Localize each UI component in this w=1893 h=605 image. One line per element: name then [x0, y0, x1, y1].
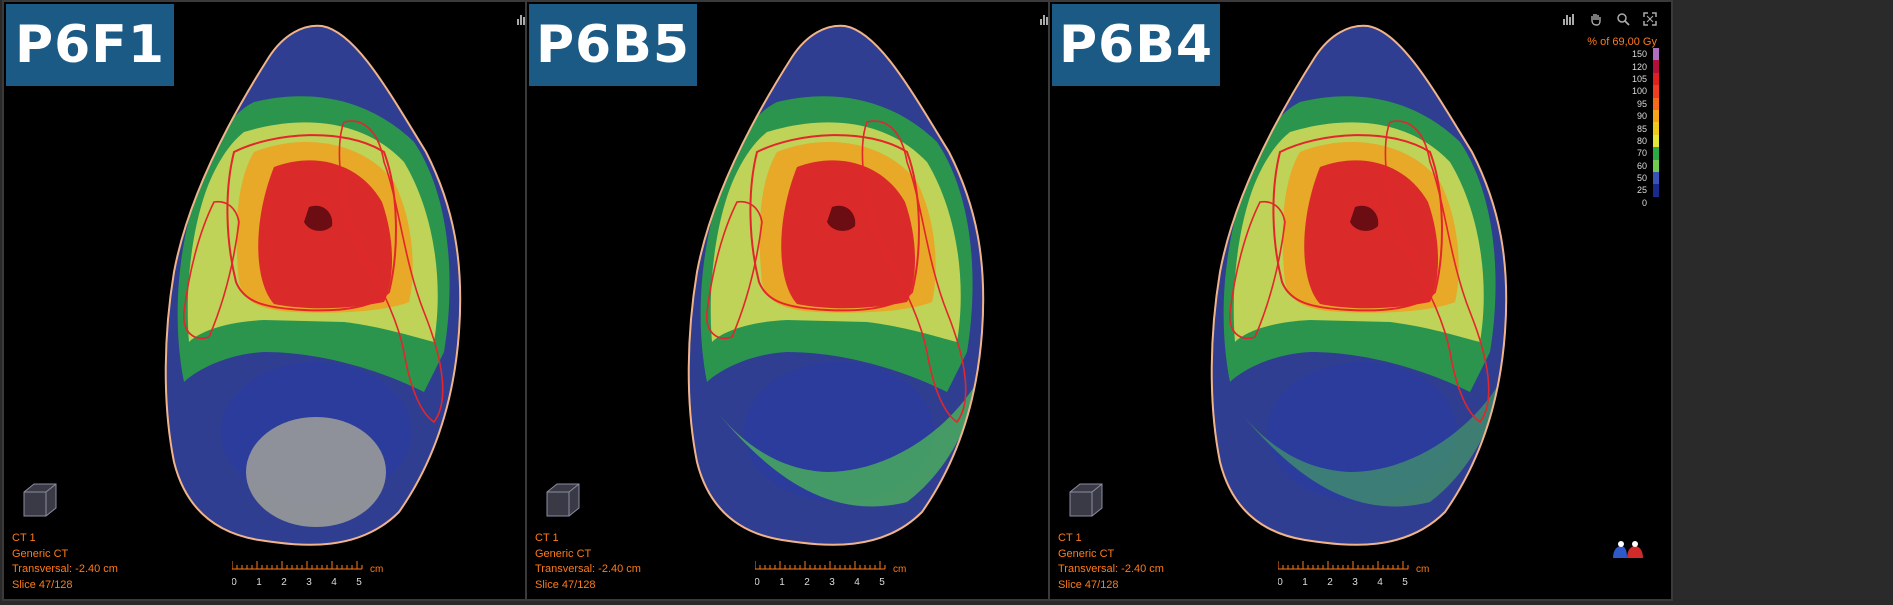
plan-label: P6B4 — [1052, 4, 1220, 86]
legend-color-swatch — [1653, 134, 1659, 148]
legend-level-label: 50 — [1636, 173, 1647, 184]
hand-icon[interactable] — [1587, 10, 1605, 28]
legend-level-label: 120 — [1631, 61, 1647, 72]
ruler-tick-label: 1 — [256, 577, 262, 588]
legend-level-label: 95 — [1636, 98, 1647, 109]
image-info: CT 1 Generic CT Transversal: -2.40 cm Sl… — [12, 531, 118, 593]
patient-orientation-icon — [1613, 541, 1643, 558]
ruler-tick-label: 1 — [779, 577, 785, 588]
image-info: CT 1 Generic CT Transversal: -2.40 cm Sl… — [535, 531, 641, 593]
ruler-tick-label: 2 — [281, 577, 287, 588]
ruler-unit: cm — [370, 564, 383, 575]
info-line: Slice 47/128 — [1058, 578, 1119, 591]
info-line: Slice 47/128 — [535, 578, 596, 591]
legend-color-swatch — [1653, 171, 1659, 185]
ruler-tick-label: 5 — [1402, 577, 1408, 588]
legend-color-swatch — [1653, 72, 1659, 86]
legend-row: 150 — [1623, 48, 1659, 61]
image-info: CT 1 Generic CT Transversal: -2.40 cm Sl… — [1058, 531, 1164, 593]
ruler-tick-label: 4 — [1377, 577, 1383, 588]
legend-color-swatch — [1653, 97, 1659, 110]
3d-cube-icon[interactable] — [1066, 482, 1106, 520]
ruler-tick-label: 5 — [356, 577, 362, 588]
ruler-tick-label: 4 — [331, 577, 337, 588]
ruler-tick-label: 1 — [1302, 577, 1308, 588]
plan-label: P6F1 — [6, 4, 174, 86]
legend-color-swatch — [1653, 184, 1659, 197]
legend-level-label: 105 — [1631, 73, 1647, 84]
ruler-tick-label: 3 — [829, 577, 835, 588]
legend-row: 90 — [1623, 109, 1659, 123]
info-line: CT 1 — [12, 532, 36, 544]
legend-row: 80 — [1623, 134, 1659, 148]
legend-color-swatch — [1653, 159, 1659, 172]
info-line: Transversal: -2.40 cm — [12, 563, 118, 575]
legend-color-swatch — [1653, 147, 1659, 160]
legend-row: 105 — [1623, 72, 1659, 86]
legend-row: 85 — [1623, 122, 1659, 135]
ruler-tick-label: 0 — [232, 577, 237, 588]
legend-row: 95 — [1623, 97, 1659, 110]
legend-color-swatch — [1653, 109, 1659, 123]
legend-row: 60 — [1623, 159, 1659, 172]
legend-level-label: 85 — [1636, 123, 1647, 134]
info-line: Transversal: -2.40 cm — [1058, 563, 1164, 575]
legend-color-swatch — [1653, 122, 1659, 135]
legend-row: 70 — [1623, 147, 1659, 160]
ruler-tick-label: 5 — [879, 577, 885, 588]
fit-to-screen-icon[interactable] — [1641, 10, 1659, 28]
legend-row: 0 — [1623, 196, 1659, 210]
ruler-tick-label: 2 — [1327, 577, 1333, 588]
legend-row: 25 — [1623, 184, 1659, 197]
scale-ruler: 0 1 2 3 4 5 cm — [232, 561, 383, 588]
ruler-tick-label: 4 — [854, 577, 860, 588]
legend-row: 120 — [1623, 60, 1659, 73]
view-toolbar — [1560, 10, 1659, 28]
legend-row: 100 — [1623, 85, 1659, 98]
3d-cube-icon[interactable] — [20, 482, 60, 520]
scale-ruler: 0 1 2 3 4 5 cm — [1278, 561, 1429, 588]
info-line: Generic CT — [535, 547, 592, 560]
scale-ruler: 0 1 2 3 4 5 cm — [755, 561, 906, 588]
plan-label: P6B5 — [529, 4, 697, 86]
info-line: CT 1 — [535, 532, 559, 544]
legend-level-label: 60 — [1636, 160, 1647, 171]
info-line: Generic CT — [12, 547, 69, 560]
3d-cube-icon[interactable] — [543, 482, 583, 520]
legend-color-swatch — [1653, 60, 1659, 73]
ruler-unit: cm — [893, 564, 906, 575]
info-line: CT 1 — [1058, 532, 1082, 544]
dose-scale-title: % of 69,00 Gy — [1587, 36, 1657, 48]
legend-level-label: 150 — [1631, 49, 1647, 60]
dose-distribution-image[interactable] — [1050, 2, 1671, 599]
zoom-icon[interactable] — [1614, 10, 1632, 28]
dose-comparison-viewer: P6F1 % of 69,00 Gy 150120105100959085807… — [0, 0, 1893, 605]
dose-view-panel-3[interactable]: P6B4 % of 69,00 Gy 150 120 105 100 95 90 85 80 7… — [1048, 0, 1673, 601]
legend-level-label: 80 — [1636, 135, 1647, 146]
legend-color-swatch — [1653, 196, 1659, 210]
info-line: Generic CT — [1058, 547, 1115, 560]
legend-row: 50 — [1623, 171, 1659, 185]
legend-level-label: 100 — [1631, 86, 1647, 97]
ruler-tick-label: 0 — [755, 577, 760, 588]
info-line: Transversal: -2.40 cm — [535, 563, 641, 575]
dose-legend: 150120105 10095 908580 7060 50250 — [1623, 48, 1659, 210]
ruler-unit: cm — [1416, 564, 1429, 575]
ruler-tick-label: 0 — [1278, 577, 1283, 588]
ruler-tick-label: 3 — [1352, 577, 1358, 588]
info-line: Slice 47/128 — [12, 578, 73, 591]
histogram-icon[interactable] — [1560, 10, 1578, 28]
legend-level-label: 90 — [1636, 111, 1647, 122]
legend-level-label: 25 — [1636, 185, 1647, 196]
ruler-tick-label: 3 — [306, 577, 312, 588]
legend-level-label: 70 — [1636, 148, 1647, 159]
legend-color-swatch — [1653, 48, 1659, 61]
legend-color-swatch — [1653, 85, 1659, 98]
legend-level-label: 0 — [1641, 197, 1647, 208]
ruler-tick-label: 2 — [804, 577, 810, 588]
